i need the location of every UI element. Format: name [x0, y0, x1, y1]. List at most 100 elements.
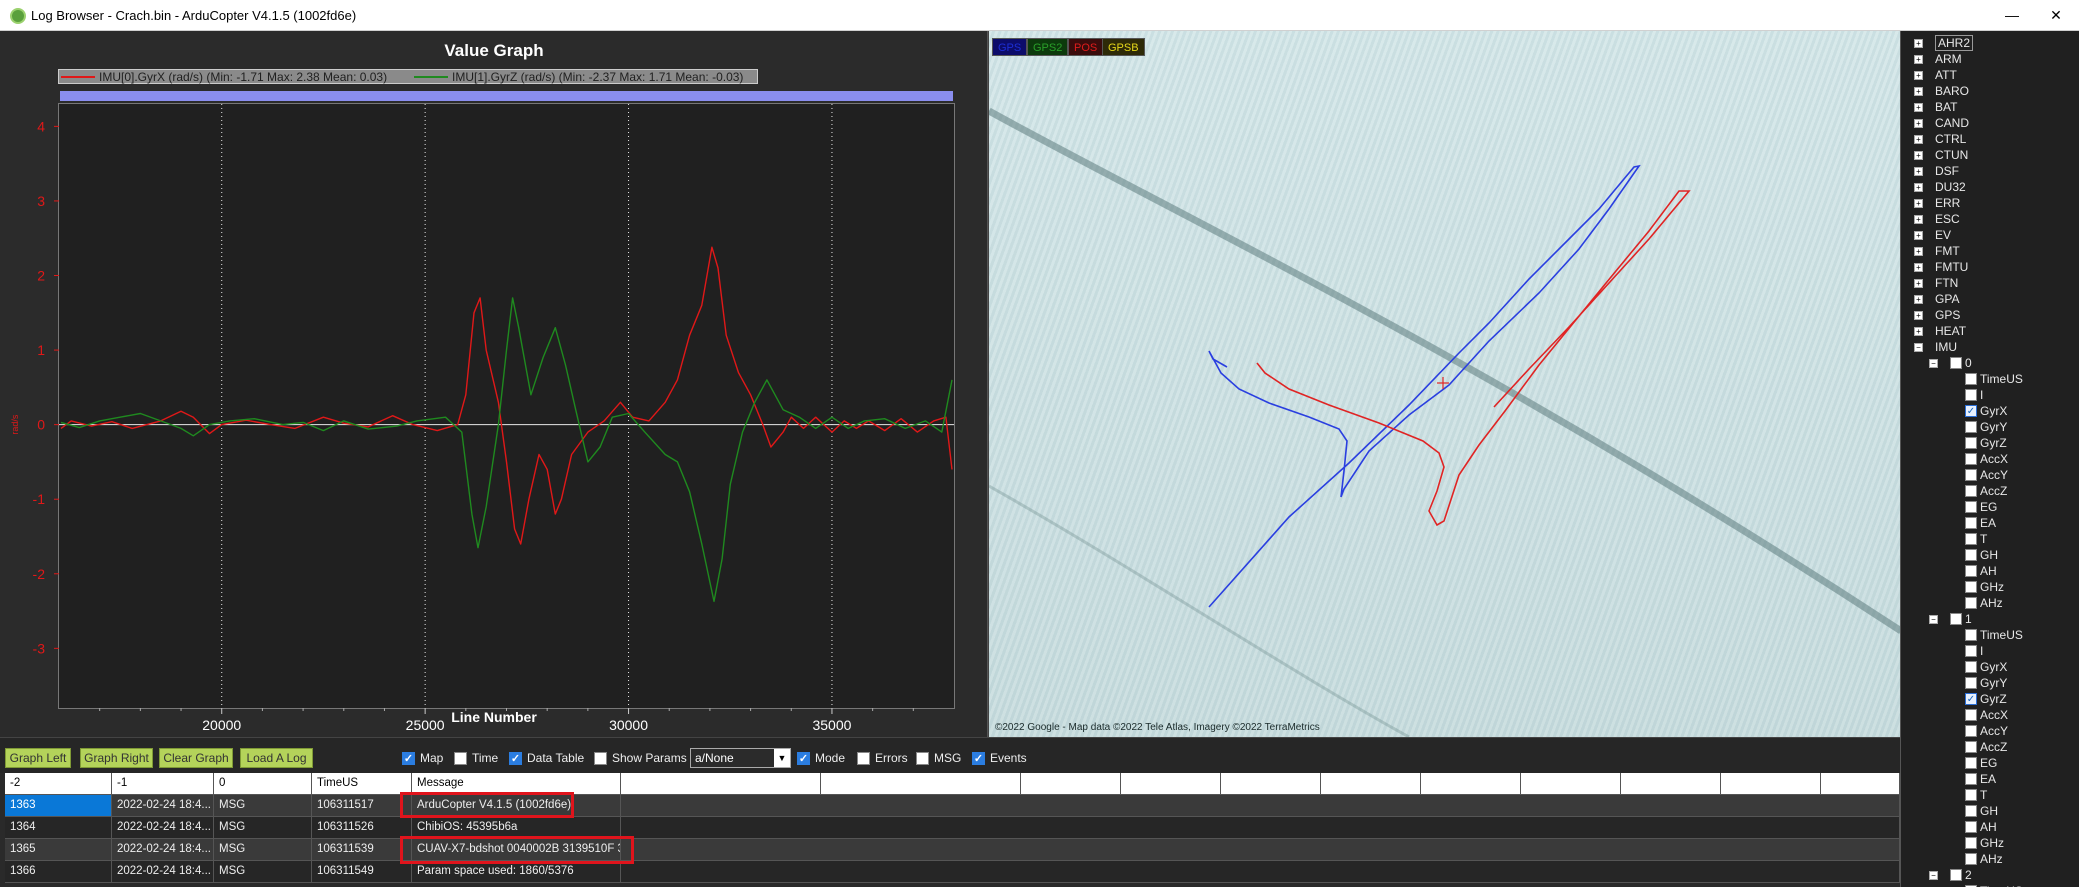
- table-row[interactable]: 1366 2022-02-24 18:4... MSG 106311549 Pa…: [5, 861, 1900, 883]
- collapse-icon[interactable]: −: [1929, 870, 1938, 880]
- column-header[interactable]: -2: [5, 773, 112, 794]
- tree-field-i[interactable]: I: [1965, 643, 1983, 659]
- tree-node-gpa[interactable]: + GPA: [1914, 291, 1959, 307]
- column-header[interactable]: 0: [214, 773, 312, 794]
- expand-icon[interactable]: +: [1914, 278, 1923, 288]
- tree-node-cand[interactable]: + CAND: [1914, 115, 1969, 131]
- tree-field-accy[interactable]: AccY: [1965, 467, 2008, 483]
- table-cell[interactable]: Param space used: 1860/5376: [412, 861, 621, 882]
- checkbox-icon[interactable]: [1965, 773, 1977, 785]
- expand-icon[interactable]: +: [1914, 86, 1923, 96]
- table-cell[interactable]: 2022-02-24 18:4...: [112, 839, 214, 860]
- time-checkbox[interactable]: Time: [454, 751, 498, 765]
- expand-icon[interactable]: +: [1914, 134, 1923, 144]
- checkbox-icon[interactable]: [1950, 869, 1962, 881]
- tree-field-gyrx[interactable]: ✓ GyrX: [1965, 403, 2007, 419]
- tree-node-err[interactable]: + ERR: [1914, 195, 1960, 211]
- table-cell[interactable]: MSG: [214, 839, 312, 860]
- checkbox-icon[interactable]: [1965, 485, 1977, 497]
- table-row[interactable]: 1363 2022-02-24 18:4... MSG 106311517 Ar…: [5, 795, 1900, 817]
- table-row[interactable]: 1365 2022-02-24 18:4... MSG 106311539 CU…: [5, 839, 1900, 861]
- table-cell[interactable]: 2022-02-24 18:4...: [112, 861, 214, 882]
- data-table[interactable]: -2 -1 0 TimeUS Message 1363 2022-02-24 1…: [0, 773, 1900, 887]
- checkbox-icon[interactable]: [1965, 677, 1977, 689]
- map-legend-gps[interactable]: GPS: [992, 38, 1028, 56]
- tree-node-dsf[interactable]: + DSF: [1914, 163, 1959, 179]
- map-panel[interactable]: GPS GPS2 POS GPSB ©2022 Google - Map dat…: [988, 31, 1900, 737]
- checkbox-icon[interactable]: [1965, 373, 1977, 385]
- tree-field-ea[interactable]: EA: [1965, 515, 1996, 531]
- checkbox-icon[interactable]: [1965, 533, 1977, 545]
- table-cell[interactable]: 106311517: [312, 795, 412, 816]
- tree-field-eg[interactable]: EG: [1965, 755, 1997, 771]
- tree-field-accz[interactable]: AccZ: [1965, 483, 2007, 499]
- table-cell[interactable]: 106311539: [312, 839, 412, 860]
- tree-node-imu-2[interactable]: −2: [1929, 867, 1972, 883]
- mode-select[interactable]: a/None ▼: [690, 748, 791, 768]
- column-header[interactable]: [821, 773, 1021, 794]
- tree-node-ev[interactable]: + EV: [1914, 227, 1951, 243]
- tree-field-accx[interactable]: AccX: [1965, 707, 2008, 723]
- tree-node-bat[interactable]: + BAT: [1914, 99, 1957, 115]
- tree-node-ftn[interactable]: + FTN: [1914, 275, 1958, 291]
- expand-icon[interactable]: +: [1914, 102, 1923, 112]
- table-cell[interactable]: 1366: [5, 861, 112, 882]
- tree-node-ctrl[interactable]: + CTRL: [1914, 131, 1966, 147]
- tree-field-ghz[interactable]: GHz: [1965, 579, 2004, 595]
- map-legend-gps2[interactable]: GPS2: [1027, 38, 1069, 56]
- expand-icon[interactable]: +: [1914, 118, 1923, 128]
- table-cell[interactable]: 2022-02-24 18:4...: [112, 795, 214, 816]
- tree-field-ea[interactable]: EA: [1965, 771, 1996, 787]
- tree-node-du32[interactable]: + DU32: [1914, 179, 1966, 195]
- checkbox-icon[interactable]: [1965, 565, 1977, 577]
- column-header[interactable]: [1121, 773, 1221, 794]
- expand-icon[interactable]: +: [1914, 326, 1923, 336]
- checkbox-icon[interactable]: [1965, 789, 1977, 801]
- collapse-icon[interactable]: −: [1929, 358, 1938, 368]
- table-row[interactable]: 1364 2022-02-24 18:4... MSG 106311526 Ch…: [5, 817, 1900, 839]
- tree-node-baro[interactable]: + BARO: [1914, 83, 1969, 99]
- graph-right-button[interactable]: Graph Right: [80, 748, 153, 768]
- expand-icon[interactable]: +: [1914, 38, 1923, 48]
- checkbox-icon[interactable]: [1965, 549, 1977, 561]
- checkbox-icon[interactable]: [1950, 613, 1962, 625]
- tree-field-ah[interactable]: AH: [1965, 819, 1997, 835]
- tree-node-fmtu[interactable]: + FMTU: [1914, 259, 1968, 275]
- checkbox-icon[interactable]: ✓: [1965, 693, 1977, 705]
- expand-icon[interactable]: +: [1914, 70, 1923, 80]
- checkbox-icon[interactable]: [1950, 357, 1962, 369]
- clear-graph-button[interactable]: Clear Graph: [159, 748, 233, 768]
- checkbox-icon[interactable]: [1965, 581, 1977, 593]
- column-header[interactable]: [1421, 773, 1521, 794]
- message-tree[interactable]: + AHR2 + ARM + ATT + BARO + BAT + CAND + CTRL + CTUN + DS…: [1900, 31, 2079, 887]
- expand-icon[interactable]: +: [1914, 230, 1923, 240]
- column-header[interactable]: [1021, 773, 1121, 794]
- checkbox-icon[interactable]: [1965, 501, 1977, 513]
- tree-node-ahr2[interactable]: + AHR2: [1914, 35, 1974, 51]
- table-cell[interactable]: 106311526: [312, 817, 412, 838]
- checkbox-icon[interactable]: [1965, 629, 1977, 641]
- table-cell-empty[interactable]: [621, 817, 1900, 838]
- table-cell[interactable]: 2022-02-24 18:4...: [112, 817, 214, 838]
- tree-field-ghz[interactable]: GHz: [1965, 835, 2004, 851]
- table-cell[interactable]: ChibiOS: 45395b6a: [412, 817, 621, 838]
- collapse-icon[interactable]: −: [1929, 614, 1938, 624]
- checkbox-icon[interactable]: [1965, 853, 1977, 865]
- tree-field-gyrz[interactable]: ✓ GyrZ: [1965, 691, 2007, 707]
- collapse-icon[interactable]: −: [1914, 342, 1923, 352]
- tree-field-gyry[interactable]: GyrY: [1965, 675, 2007, 691]
- checkbox-icon[interactable]: [857, 751, 870, 765]
- table-cell[interactable]: 1365: [5, 839, 112, 860]
- expand-icon[interactable]: +: [1914, 54, 1923, 64]
- data-table-checkbox[interactable]: ✓ Data Table: [509, 751, 584, 765]
- table-cell-empty[interactable]: [621, 839, 1900, 860]
- tree-field-t[interactable]: T: [1965, 531, 1987, 547]
- table-cell[interactable]: MSG: [214, 795, 312, 816]
- expand-icon[interactable]: +: [1914, 310, 1923, 320]
- table-cell-empty[interactable]: [621, 795, 1900, 816]
- column-header[interactable]: TimeUS: [312, 773, 412, 794]
- column-header[interactable]: Message: [412, 773, 621, 794]
- checkbox-icon[interactable]: [1965, 725, 1977, 737]
- load-a-log-button[interactable]: Load A Log: [240, 748, 313, 768]
- msg-checkbox[interactable]: MSG: [916, 751, 961, 765]
